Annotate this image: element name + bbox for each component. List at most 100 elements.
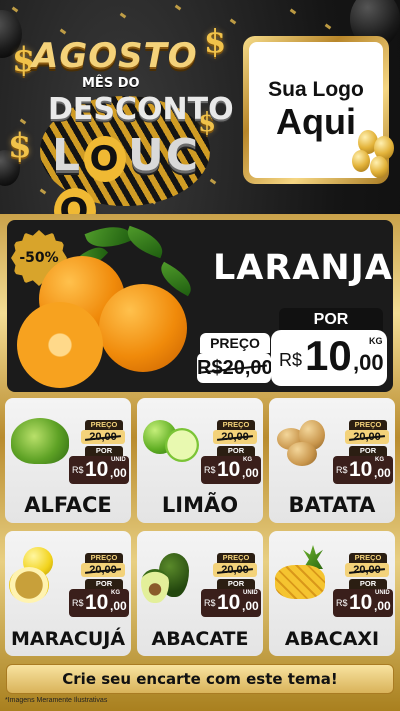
pineapple-image <box>275 565 325 599</box>
currency-symbol: R$ <box>279 350 303 370</box>
new-price-label: POR <box>85 446 123 456</box>
old-price-label: PREÇO <box>85 420 123 430</box>
price-decimal: ,00 <box>242 599 259 613</box>
price-unit: UNID <box>375 590 390 596</box>
orange-image <box>99 284 187 372</box>
strikethrough-line <box>216 435 254 441</box>
product-card-maracuja: PREÇO 20,00 POR R$ 10 ,00 KG MARACUJÁ <box>5 531 131 656</box>
dollar-icon: $ <box>204 22 227 60</box>
strikethrough-line <box>84 435 122 441</box>
product-name: ABACAXI <box>284 628 380 650</box>
new-price-box: R$ 10 ,00 KG <box>69 589 129 617</box>
lettuce-image <box>11 418 69 464</box>
header-banner: $ $ $ $ AGOSTO MÊS DO DESCONTO L O UCO Sua… <box>0 0 400 234</box>
product-card-batata: PREÇO 20,00 POR R$ 10 ,00 KG BATATA <box>269 398 395 523</box>
product-name: MARACUJÁ <box>10 628 126 650</box>
price-decimal: ,00 <box>242 466 259 480</box>
price-unit: KG <box>243 457 252 463</box>
old-price-label: PREÇO <box>349 420 387 430</box>
old-price-label: PREÇO <box>85 553 123 563</box>
old-price-value: 20,00 <box>213 563 257 577</box>
new-price-box: R$ 10 ,00 KG <box>201 456 261 484</box>
new-price-label: POR <box>349 446 387 456</box>
new-price-label: POR <box>349 579 387 589</box>
new-price-box: R$ 10 ,00 UNID <box>69 456 129 484</box>
strikethrough-line <box>348 568 386 574</box>
flyer-page: $ $ $ $ AGOSTO MÊS DO DESCONTO L O UCO Sua… <box>0 0 400 711</box>
hero-product-card: -50% LARANJA PREÇO R$20,00 POR R$ 10 ,00… <box>7 220 393 392</box>
confetti-decoration <box>324 23 332 30</box>
title-louco-l: L <box>52 130 83 181</box>
price-unit: UNID <box>243 590 258 596</box>
price-decimal: ,00 <box>110 599 127 613</box>
logo-text-line1: Sua Logo <box>268 78 364 102</box>
strikethrough-line <box>348 435 386 441</box>
hero-product-name: LARANJA <box>213 248 393 288</box>
cta-banner[interactable]: Crie seu encarte com este tema! <box>6 664 394 694</box>
new-price-label: POR <box>85 579 123 589</box>
product-card-abacate: PREÇO 20,00 POR R$ 10 ,00 UNID ABACATE <box>137 531 263 656</box>
title-louco-o: O <box>84 136 127 182</box>
price-unit: UNID <box>111 457 126 463</box>
logo-text-line2: Aqui <box>276 101 356 143</box>
price-integer: 10 <box>217 591 241 614</box>
price-integer: 10 <box>217 458 241 481</box>
price-decimal: ,00 <box>353 350 384 375</box>
product-card-abacaxi: PREÇO 20,00 POR R$ 10 ,00 UNID ABACAXI <box>269 531 395 656</box>
currency-symbol: R$ <box>72 465 84 475</box>
old-price-label: PREÇO <box>217 420 255 430</box>
old-price-value: 20,00 <box>81 563 125 577</box>
price-decimal: ,00 <box>374 599 391 613</box>
currency-symbol: R$ <box>72 598 84 608</box>
new-price-label: POR <box>279 308 383 332</box>
title-mes-do: MÊS DO <box>82 76 140 91</box>
new-price-box: R$ 10 ,00 KG <box>333 456 393 484</box>
new-price-box: R$ 10 ,00 KG <box>271 330 387 386</box>
confetti-decoration <box>11 6 19 13</box>
strikethrough-line <box>84 568 122 574</box>
old-price-label: PREÇO <box>217 553 255 563</box>
passion-fruit-half-image <box>9 567 49 603</box>
old-price-value: 20,00 <box>81 430 125 444</box>
title-agosto: AGOSTO <box>32 36 198 76</box>
confetti-decoration <box>229 18 237 25</box>
new-price-box: R$ 10 ,00 UNID <box>201 589 261 617</box>
price-decimal: ,00 <box>110 466 127 480</box>
disclaimer-text: *Imagens Meramente Ilustrativas <box>5 697 108 704</box>
product-name: ALFACE <box>24 493 112 517</box>
old-price-value: 20,00 <box>345 563 389 577</box>
avocado-half-image <box>141 569 169 603</box>
confetti-decoration <box>174 4 182 11</box>
old-price-label: PREÇO <box>200 333 270 353</box>
dollar-icon: $ <box>8 126 32 166</box>
currency-symbol: R$ <box>204 598 216 608</box>
orange-half-image <box>17 302 103 388</box>
new-price-box: R$ 10 ,00 UNID <box>333 589 393 617</box>
product-name: ABACATE <box>151 628 249 650</box>
price-unit: KG <box>111 590 120 596</box>
title-louco-c: C <box>165 130 201 181</box>
lime-half-image <box>165 428 199 462</box>
new-price-label: POR <box>217 446 255 456</box>
campaign-title: $ $ $ $ AGOSTO MÊS DO DESCONTO L O UCO <box>8 22 234 234</box>
price-unit: KG <box>369 336 383 346</box>
price-integer: 10 <box>305 332 352 379</box>
currency-symbol: R$ <box>204 465 216 475</box>
strikethrough-line <box>216 568 254 574</box>
product-name: BATATA <box>288 493 376 517</box>
gold-balloons-decoration <box>350 130 398 185</box>
title-desconto: DESCONTO <box>48 92 234 127</box>
old-price-value: 20,00 <box>345 430 389 444</box>
price-integer: 10 <box>85 458 109 481</box>
old-price-label: PREÇO <box>349 553 387 563</box>
currency-symbol: R$ <box>336 465 348 475</box>
price-integer: 10 <box>349 458 373 481</box>
confetti-decoration <box>289 8 297 15</box>
potato-image <box>287 442 317 466</box>
product-card-limao: PREÇO 20,00 POR R$ 10 ,00 KG LIMÃO <box>137 398 263 523</box>
title-louco-u: U <box>128 130 166 181</box>
leaf-decoration <box>122 225 168 259</box>
price-decimal: ,00 <box>374 466 391 480</box>
currency-symbol: R$ <box>336 598 348 608</box>
confetti-decoration <box>119 12 127 19</box>
